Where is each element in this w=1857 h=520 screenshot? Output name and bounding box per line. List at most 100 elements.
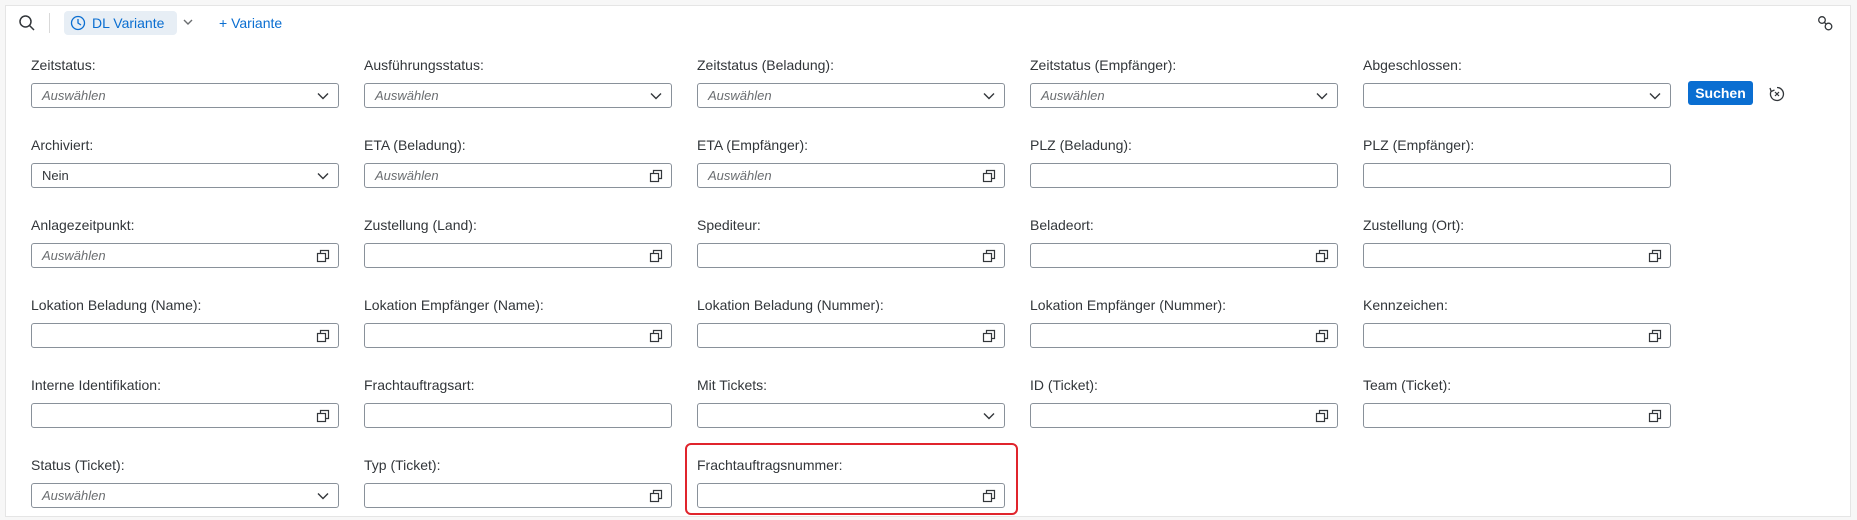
mit-tickets-select[interactable]: [697, 403, 1005, 428]
field-label: Lokation Empfänger (Name):: [364, 297, 544, 313]
value-help-icon[interactable]: [649, 249, 663, 263]
field-placeholder: Auswählen: [708, 168, 772, 183]
field-label: PLZ (Empfänger):: [1363, 137, 1475, 153]
value-help-icon[interactable]: [316, 409, 330, 423]
eta-empfaenger-input[interactable]: Auswählen: [697, 163, 1005, 188]
field-label: Beladeort:: [1030, 217, 1094, 233]
search-toggle-button[interactable]: [16, 12, 38, 34]
field-label: ETA (Empfänger):: [697, 137, 809, 153]
field-placeholder: Auswählen: [42, 488, 106, 503]
chevron-down-icon[interactable]: [1648, 89, 1662, 103]
plz-beladung-input[interactable]: [1030, 163, 1338, 188]
variant-selector[interactable]: DL Variante: [64, 11, 177, 35]
field-label: Abgeschlossen:: [1363, 57, 1462, 73]
reset-icon[interactable]: [1768, 85, 1786, 103]
zeitstatus-empfaenger-select[interactable]: Auswählen: [1030, 83, 1338, 108]
field-value: Nein: [42, 168, 69, 183]
value-help-icon[interactable]: [649, 329, 663, 343]
value-help-icon[interactable]: [316, 329, 330, 343]
settings-icon[interactable]: [1816, 14, 1834, 32]
field-label: Kennzeichen:: [1363, 297, 1448, 313]
value-help-icon[interactable]: [982, 249, 996, 263]
kennzeichen-input[interactable]: [1363, 323, 1671, 348]
highlighted-field-frame: [685, 443, 1018, 515]
id-ticket-input[interactable]: [1030, 403, 1338, 428]
chevron-down-icon[interactable]: [1315, 89, 1329, 103]
chevron-down-icon[interactable]: [982, 409, 996, 423]
zeitstatus-select[interactable]: Auswählen: [31, 83, 339, 108]
field-placeholder: Auswählen: [42, 248, 106, 263]
field-label: Team (Ticket):: [1363, 377, 1452, 393]
field-label: Zeitstatus (Empfänger):: [1030, 57, 1177, 73]
field-placeholder: Auswählen: [42, 88, 106, 103]
field-placeholder: Auswählen: [1041, 88, 1105, 103]
field-label: Zeitstatus:: [31, 57, 96, 73]
zustellung-ort-input[interactable]: [1363, 243, 1671, 268]
field-placeholder: Auswählen: [708, 88, 772, 103]
value-help-icon[interactable]: [649, 169, 663, 183]
typ-ticket-input[interactable]: [364, 483, 672, 508]
value-help-icon[interactable]: [649, 489, 663, 503]
variant-clock-icon: [70, 15, 86, 31]
field-placeholder: Auswählen: [375, 168, 439, 183]
value-help-icon[interactable]: [982, 169, 996, 183]
value-help-icon[interactable]: [1315, 249, 1329, 263]
field-label: Anlagezeitpunkt:: [31, 217, 135, 233]
field-label: ETA (Beladung):: [364, 137, 466, 153]
field-label: Interne Identifikation:: [31, 377, 161, 393]
team-ticket-input[interactable]: [1363, 403, 1671, 428]
lokation-beladung-name-input[interactable]: [31, 323, 339, 348]
lokation-empfaenger-name-input[interactable]: [364, 323, 672, 348]
spediteur-input[interactable]: [697, 243, 1005, 268]
field-label: ID (Ticket):: [1030, 377, 1098, 393]
variant-label: DL Variante: [92, 15, 165, 31]
search-button[interactable]: Suchen: [1688, 81, 1753, 105]
field-label: Ausführungsstatus:: [364, 57, 484, 73]
field-label: Lokation Beladung (Name):: [31, 297, 202, 313]
lokation-beladung-nummer-input[interactable]: [697, 323, 1005, 348]
field-label: Lokation Beladung (Nummer):: [697, 297, 884, 313]
chevron-down-icon[interactable]: [316, 89, 330, 103]
toolbar-divider: [49, 13, 50, 33]
zustellung-land-input[interactable]: [364, 243, 672, 268]
lokation-empfaenger-nummer-input[interactable]: [1030, 323, 1338, 348]
plz-empfaenger-input[interactable]: [1363, 163, 1671, 188]
field-label: Zustellung (Land):: [364, 217, 477, 233]
search-icon: [19, 15, 35, 31]
field-label: Zeitstatus (Beladung):: [697, 57, 834, 73]
field-label: Mit Tickets:: [697, 377, 768, 393]
interne-identifikation-input[interactable]: [31, 403, 339, 428]
beladeort-input[interactable]: [1030, 243, 1338, 268]
filter-toolbar: DL Variante + Variante: [6, 6, 1850, 40]
eta-beladung-input[interactable]: Auswählen: [364, 163, 672, 188]
abgeschlossen-select[interactable]: [1363, 83, 1671, 108]
field-label: Zustellung (Ort):: [1363, 217, 1465, 233]
field-label: Archiviert:: [31, 137, 94, 153]
value-help-icon[interactable]: [1648, 249, 1662, 263]
add-variant-link[interactable]: + Variante: [219, 15, 282, 31]
field-label: Typ (Ticket):: [364, 457, 441, 473]
value-help-icon[interactable]: [316, 249, 330, 263]
value-help-icon[interactable]: [1315, 329, 1329, 343]
field-placeholder: Auswählen: [375, 88, 439, 103]
archiviert-select[interactable]: Nein: [31, 163, 339, 188]
value-help-icon[interactable]: [1648, 409, 1662, 423]
field-label: Lokation Empfänger (Nummer):: [1030, 297, 1227, 313]
zeitstatus-beladung-select[interactable]: Auswählen: [697, 83, 1005, 108]
chevron-down-icon[interactable]: [316, 169, 330, 183]
status-ticket-select[interactable]: Auswählen: [31, 483, 339, 508]
ausfuehrungsstatus-select[interactable]: Auswählen: [364, 83, 672, 108]
field-label: PLZ (Beladung):: [1030, 137, 1132, 153]
chevron-down-icon[interactable]: [181, 15, 195, 29]
value-help-icon[interactable]: [1648, 329, 1662, 343]
value-help-icon[interactable]: [1315, 409, 1329, 423]
value-help-icon[interactable]: [982, 329, 996, 343]
chevron-down-icon[interactable]: [649, 89, 663, 103]
anlagezeitpunkt-input[interactable]: Auswählen: [31, 243, 339, 268]
field-label: Spediteur:: [697, 217, 761, 233]
chevron-down-icon[interactable]: [982, 89, 996, 103]
field-label: Frachtauftragsart:: [364, 377, 475, 393]
chevron-down-icon[interactable]: [316, 489, 330, 503]
frachtauftragsart-input[interactable]: [364, 403, 672, 428]
field-label: Status (Ticket):: [31, 457, 125, 473]
